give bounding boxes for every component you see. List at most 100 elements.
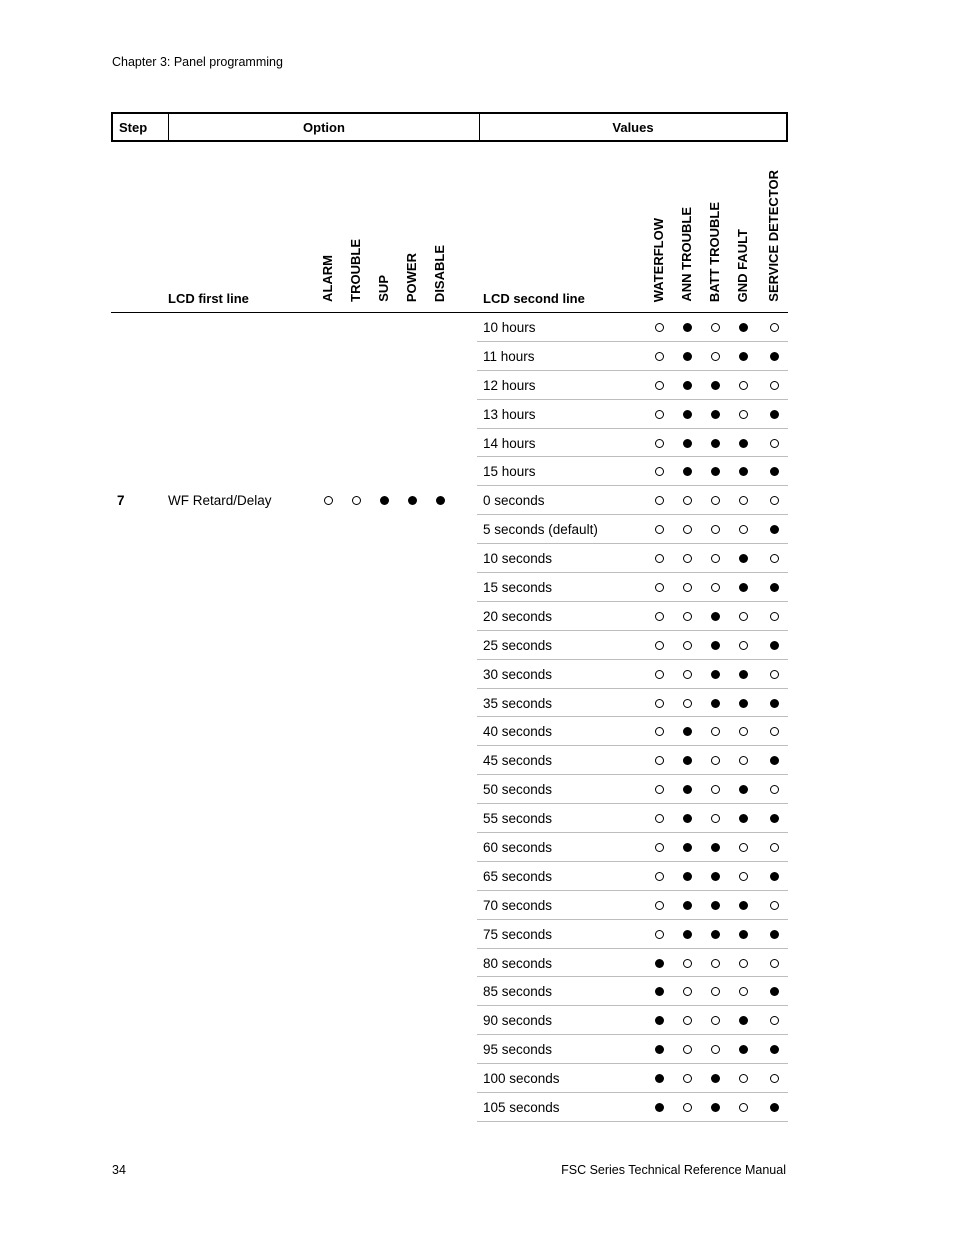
hollow-dot-icon (710, 1045, 720, 1055)
filled-dot-icon (738, 669, 748, 679)
table-row: 45 seconds (111, 746, 788, 776)
value-cell: 10 hours (477, 313, 788, 342)
table-row: 100 seconds (111, 1064, 788, 1094)
header-values: Values (612, 120, 654, 135)
hollow-dot-icon (769, 958, 779, 968)
filled-dot-icon (710, 467, 720, 477)
table-row: 60 seconds (111, 833, 788, 862)
table-row: 10 hours (111, 313, 788, 342)
hollow-dot-icon (710, 583, 720, 593)
filled-dot-icon (710, 929, 720, 939)
value-label: 20 seconds (483, 608, 553, 624)
filled-dot-icon (654, 987, 664, 997)
hollow-dot-icon (654, 871, 664, 881)
filled-dot-icon (769, 756, 779, 766)
filled-dot-icon (710, 1103, 720, 1113)
hollow-dot-icon (654, 554, 664, 564)
value-label: 13 hours (483, 406, 536, 422)
table-row: 50 seconds (111, 775, 788, 805)
value-column-label: GND FAULT (735, 228, 750, 302)
filled-dot-icon (682, 380, 692, 390)
value-cell: 20 seconds (477, 602, 788, 631)
filled-dot-icon (710, 900, 720, 910)
table-row: 15 hours (111, 457, 788, 487)
footer-title: FSC Series Technical Reference Manual (561, 1163, 786, 1177)
hollow-dot-icon (682, 958, 692, 968)
hollow-dot-icon (710, 727, 720, 737)
value-label: 10 seconds (483, 551, 553, 567)
hollow-dot-icon (682, 583, 692, 593)
filled-dot-icon (769, 640, 779, 650)
hollow-dot-icon (769, 669, 779, 679)
filled-dot-icon (769, 929, 779, 939)
hollow-dot-icon (682, 554, 692, 564)
value-column-label: ANN TROUBLE (679, 207, 694, 302)
option-name: WF Retard/Delay (168, 493, 272, 509)
value-label: 60 seconds (483, 840, 553, 856)
table-row: 75 seconds (111, 920, 788, 949)
hollow-dot-icon (738, 843, 748, 853)
table-row: 12 hours (111, 371, 788, 400)
filled-dot-icon (769, 351, 779, 361)
value-label: 50 seconds (483, 782, 553, 798)
value-column-label: WATERFLOW (651, 217, 666, 302)
filled-dot-icon (738, 900, 748, 910)
hollow-dot-icon (654, 496, 664, 506)
value-label: 75 seconds (483, 926, 553, 942)
filled-dot-icon (654, 1045, 664, 1055)
filled-dot-icon (682, 871, 692, 881)
table-row: 55 seconds (111, 804, 788, 834)
hollow-dot-icon (654, 583, 664, 593)
table-row: 70 seconds (111, 891, 788, 920)
hollow-dot-icon (654, 785, 664, 795)
value-label: 12 hours (483, 377, 536, 393)
value-column-label: SERVICE DETECTOR (766, 170, 781, 302)
value-label: 30 seconds (483, 666, 553, 682)
header-step: Step (113, 114, 169, 140)
value-label: 95 seconds (483, 1042, 553, 1058)
table-row: 25 seconds (111, 631, 788, 660)
table-row: 80 seconds (111, 949, 788, 978)
header-option: Option (169, 114, 480, 140)
value-cell: 100 seconds (477, 1064, 788, 1094)
hollow-dot-icon (351, 496, 361, 506)
value-cell: 15 seconds (477, 573, 788, 602)
page-number: 34 (112, 1163, 126, 1177)
table-row: 13 hours (111, 400, 788, 429)
table-row: 85 seconds (111, 977, 788, 1007)
filled-dot-icon (682, 900, 692, 910)
value-cell: 11 hours (477, 342, 788, 371)
value-label: 90 seconds (483, 1013, 553, 1029)
hollow-dot-icon (738, 756, 748, 766)
filled-dot-icon (682, 351, 692, 361)
value-cell: 30 seconds (477, 660, 788, 689)
table-row: 10 seconds (111, 544, 788, 574)
value-cell: 80 seconds (477, 949, 788, 978)
lcd-first-line-heading: LCD first line (168, 291, 249, 306)
lcd-second-line-heading: LCD second line (483, 291, 585, 306)
filled-dot-icon (738, 698, 748, 708)
hollow-dot-icon (769, 611, 779, 621)
hollow-dot-icon (682, 1074, 692, 1084)
hollow-dot-icon (738, 409, 748, 419)
value-cell: 60 seconds (477, 833, 788, 862)
filled-dot-icon (738, 467, 748, 477)
filled-dot-icon (769, 987, 779, 997)
table-header: Step Option Values (111, 112, 788, 142)
filled-dot-icon (769, 409, 779, 419)
hollow-dot-icon (738, 1074, 748, 1084)
option-column-label: TROUBLE (348, 239, 363, 302)
table-row: 20 seconds (111, 602, 788, 631)
value-label: 14 hours (483, 435, 536, 451)
filled-dot-icon (654, 958, 664, 968)
hollow-dot-icon (738, 380, 748, 390)
hollow-dot-icon (738, 611, 748, 621)
filled-dot-icon (710, 611, 720, 621)
value-cell: 105 seconds (477, 1093, 788, 1122)
hollow-dot-icon (682, 611, 692, 621)
value-cell: 10 seconds (477, 544, 788, 574)
hollow-dot-icon (654, 380, 664, 390)
value-label: 11 hours (483, 348, 535, 364)
filled-dot-icon (435, 496, 445, 506)
hollow-dot-icon (710, 958, 720, 968)
